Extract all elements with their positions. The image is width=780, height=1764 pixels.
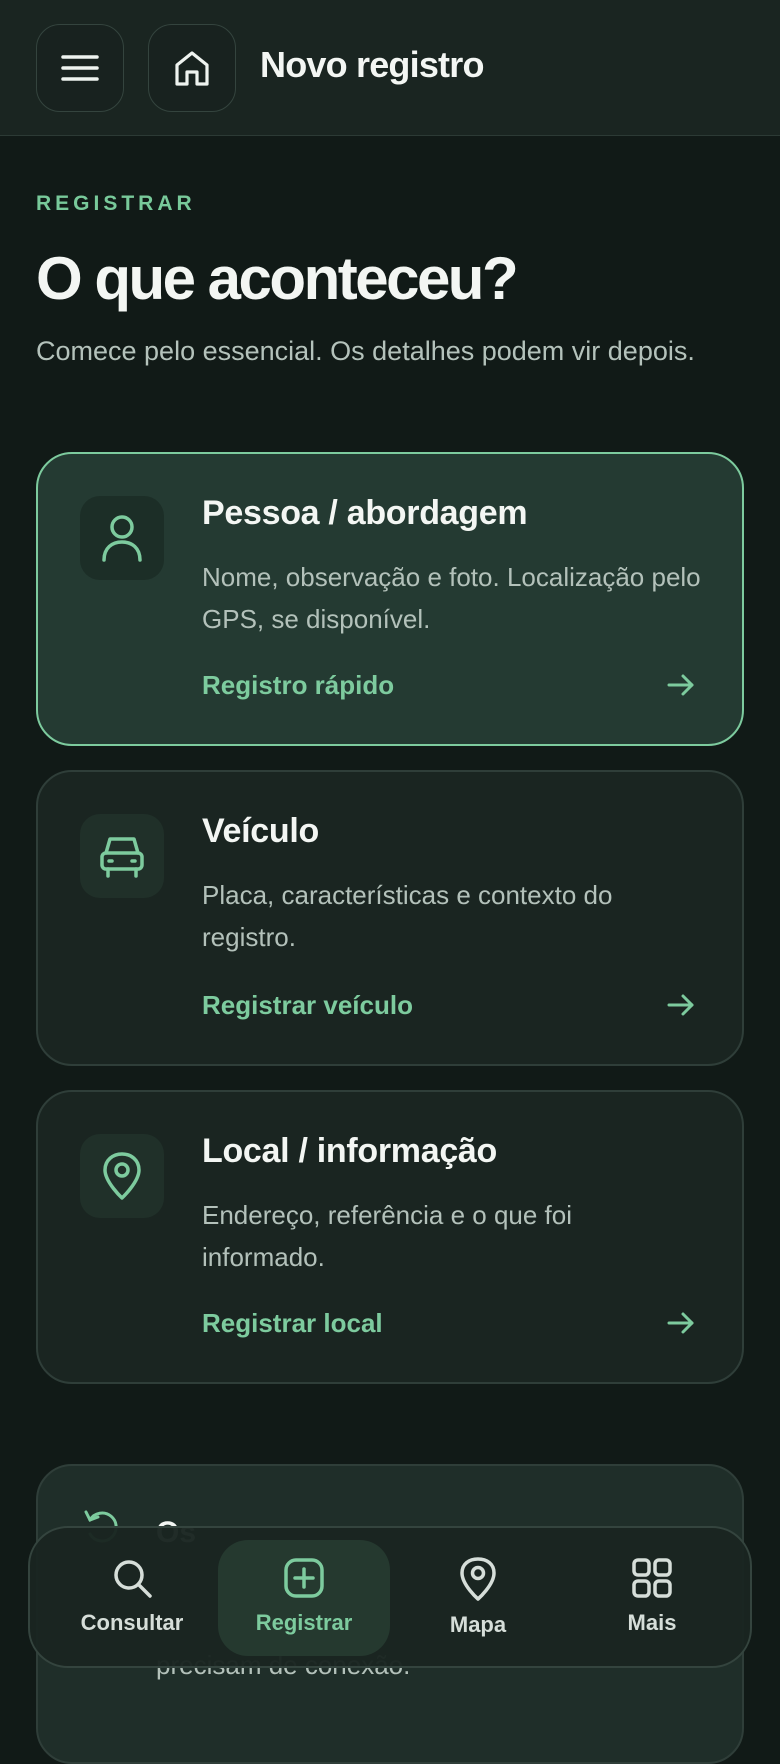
- top-app-bar: Novo registro: [0, 0, 780, 136]
- nav-item-registrar[interactable]: Registrar: [218, 1540, 390, 1656]
- menu-button[interactable]: [36, 24, 124, 112]
- home-button[interactable]: [148, 24, 236, 112]
- add-square-icon: [284, 1558, 324, 1598]
- location-icon-tile: [80, 1134, 164, 1218]
- hero-subtitle: Comece pelo essencial. Os detalhes podem…: [36, 336, 695, 366]
- map-pin-icon: [460, 1557, 496, 1601]
- card-title: Local / informação: [202, 1132, 498, 1170]
- card-description: Endereço, referência e o que foi informa…: [202, 1200, 573, 1272]
- arrow-right-icon: [667, 994, 694, 1016]
- section-eyebrow: REGISTRAR: [36, 192, 196, 215]
- card-title: Pessoa / abordagem: [202, 494, 528, 532]
- nav-label: Consultar: [80, 1610, 184, 1635]
- bottom-navigation: Consultar Registrar Mapa Mais: [28, 1526, 752, 1668]
- nav-label: Mapa: [449, 1612, 507, 1637]
- search-icon: [114, 1560, 152, 1598]
- nav-item-mais[interactable]: Mais: [566, 1540, 738, 1656]
- nav-label: Registrar: [255, 1610, 353, 1635]
- nav-item-consultar[interactable]: Consultar: [46, 1540, 218, 1656]
- grid-icon: [632, 1558, 672, 1598]
- arrow-right-icon: [667, 674, 694, 696]
- car-icon: [100, 837, 144, 878]
- card-title: Veículo: [202, 812, 319, 850]
- card-person[interactable]: Pessoa / abordagem Nome, observação e fo…: [36, 452, 744, 746]
- location-pin-icon: [103, 1152, 141, 1200]
- page-title: Novo registro: [260, 44, 484, 85]
- nav-label: Mais: [627, 1610, 677, 1635]
- car-icon-tile: [80, 814, 164, 898]
- card-action-link[interactable]: Registrar veículo: [202, 990, 413, 1021]
- person-icon: [102, 515, 142, 562]
- person-icon-tile: [80, 496, 164, 580]
- hero-title: O que aconteceu?: [36, 245, 519, 312]
- hamburger-menu-icon: [61, 55, 99, 81]
- nav-item-mapa[interactable]: Mapa: [392, 1540, 564, 1656]
- arrow-right-icon: [667, 1312, 694, 1334]
- card-description: Nome, observação e foto. Localização pel…: [202, 562, 701, 634]
- home-icon: [175, 51, 209, 86]
- card-vehicle[interactable]: Veículo Placa, características e context…: [36, 770, 744, 1066]
- card-action-link[interactable]: Registro rápido: [202, 670, 394, 701]
- card-description: Placa, características e contexto do reg…: [202, 880, 613, 952]
- card-action-link[interactable]: Registrar local: [202, 1308, 383, 1339]
- card-location[interactable]: Local / informação Endereço, referência …: [36, 1090, 744, 1384]
